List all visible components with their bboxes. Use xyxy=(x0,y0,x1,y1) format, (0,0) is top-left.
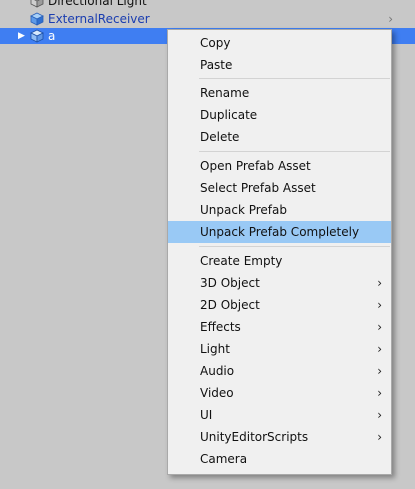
menu-item-label: Audio xyxy=(200,364,235,378)
menu-item-paste[interactable]: Paste xyxy=(168,54,391,76)
chevron-right-icon: › xyxy=(377,408,382,422)
menu-item-label: Paste xyxy=(200,58,233,72)
chevron-right-icon: › xyxy=(377,364,382,378)
menu-item-label: Copy xyxy=(200,36,231,50)
menu-item-label: Light xyxy=(200,342,230,356)
menu-item-unpack-prefab[interactable]: Unpack Prefab xyxy=(168,199,391,221)
menu-item-copy[interactable]: Copy xyxy=(168,32,391,54)
menu-item-label: Rename xyxy=(200,86,250,100)
menu-item-audio[interactable]: Audio › xyxy=(168,360,391,382)
hierarchy-item-label: ExternalReceiver xyxy=(48,12,150,26)
context-menu: Copy Paste Rename Duplicate Delete Open … xyxy=(167,29,392,475)
chevron-right-icon: › xyxy=(377,276,382,290)
chevron-right-icon[interactable]: › xyxy=(388,11,393,27)
menu-item-camera[interactable]: Camera xyxy=(168,448,391,470)
menu-item-label: Select Prefab Asset xyxy=(200,181,316,195)
menu-item-label: Create Empty xyxy=(200,254,283,268)
prefab-cube-icon xyxy=(30,29,44,43)
menu-item-label: Camera xyxy=(200,452,248,466)
menu-item-label: Effects xyxy=(200,320,241,334)
chevron-right-icon: › xyxy=(377,320,382,334)
menu-item-ui[interactable]: UI › xyxy=(168,404,391,426)
menu-item-label: Unpack Prefab xyxy=(200,203,287,217)
menu-item-unity-editor-scripts[interactable]: UnityEditorScripts › xyxy=(168,426,391,448)
menu-item-rename[interactable]: Rename xyxy=(168,82,391,104)
menu-item-label: Unpack Prefab Completely xyxy=(200,225,360,239)
menu-item-unpack-prefab-completely[interactable]: Unpack Prefab Completely xyxy=(168,221,391,243)
chevron-right-icon: › xyxy=(377,298,382,312)
prefab-cube-icon xyxy=(30,12,44,26)
chevron-right-icon: › xyxy=(377,342,382,356)
menu-item-label: Video xyxy=(200,386,234,400)
menu-item-label: 2D Object xyxy=(200,298,260,312)
cube-icon xyxy=(30,0,44,8)
menu-item-effects[interactable]: Effects › xyxy=(168,316,391,338)
menu-item-duplicate[interactable]: Duplicate xyxy=(168,104,391,126)
menu-item-2d-object[interactable]: 2D Object › xyxy=(168,294,391,316)
menu-item-light[interactable]: Light › xyxy=(168,338,391,360)
menu-item-create-empty[interactable]: Create Empty xyxy=(168,250,391,272)
menu-separator xyxy=(199,246,390,247)
menu-item-label: UI xyxy=(200,408,213,422)
menu-item-label: 3D Object xyxy=(200,276,260,290)
menu-item-label: Duplicate xyxy=(200,108,258,122)
hierarchy-item-directional-light[interactable]: Directional Light xyxy=(0,0,415,9)
menu-item-label: UnityEditorScripts xyxy=(200,430,309,444)
menu-item-video[interactable]: Video › xyxy=(168,382,391,404)
menu-item-delete[interactable]: Delete xyxy=(168,126,391,148)
menu-separator xyxy=(199,78,390,79)
menu-item-select-prefab-asset[interactable]: Select Prefab Asset xyxy=(168,177,391,199)
triangle-right-icon[interactable]: ▶ xyxy=(18,28,25,44)
hierarchy-item-external-receiver[interactable]: ExternalReceiver › xyxy=(0,11,415,27)
menu-item-open-prefab-asset[interactable]: Open Prefab Asset xyxy=(168,155,391,177)
chevron-right-icon: › xyxy=(377,386,382,400)
chevron-right-icon: › xyxy=(377,430,382,444)
hierarchy-item-label: a xyxy=(48,29,56,43)
menu-item-label: Open Prefab Asset xyxy=(200,159,311,173)
menu-item-label: Delete xyxy=(200,130,240,144)
menu-separator xyxy=(199,151,390,152)
hierarchy-item-label: Directional Light xyxy=(48,0,147,8)
menu-item-3d-object[interactable]: 3D Object › xyxy=(168,272,391,294)
